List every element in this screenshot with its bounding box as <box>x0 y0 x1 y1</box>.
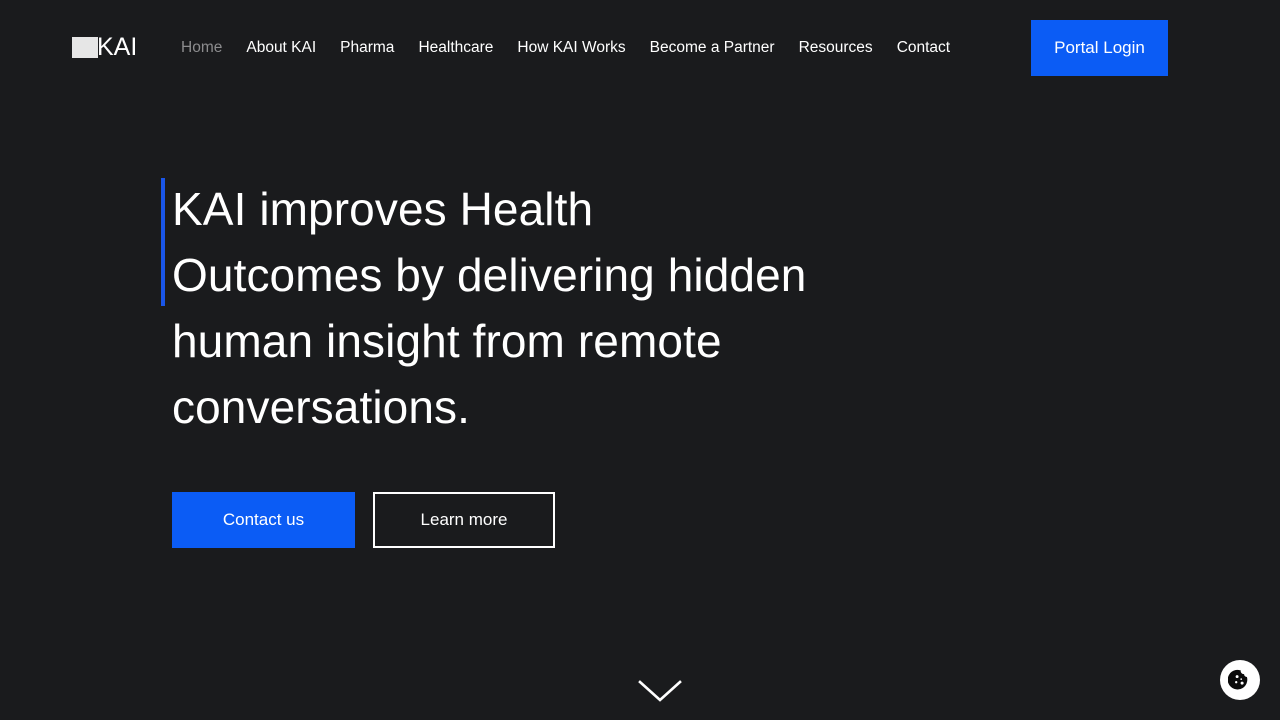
page-root: KAI Home About KAI Pharma Healthcare How… <box>0 0 1280 720</box>
contact-us-button[interactable]: Contact us <box>172 492 355 548</box>
learn-more-button[interactable]: Learn more <box>373 492 555 548</box>
hero-section: KAI improves Health Outcomes by deliveri… <box>0 0 1280 720</box>
cookie-settings-button[interactable] <box>1220 660 1260 700</box>
hero-headline: KAI improves Health Outcomes by deliveri… <box>172 183 807 433</box>
cookie-icon <box>1228 668 1252 692</box>
chevron-down-icon[interactable] <box>636 676 684 706</box>
hero-actions: Contact us Learn more <box>172 492 555 548</box>
hero-accent-bar <box>161 178 165 306</box>
